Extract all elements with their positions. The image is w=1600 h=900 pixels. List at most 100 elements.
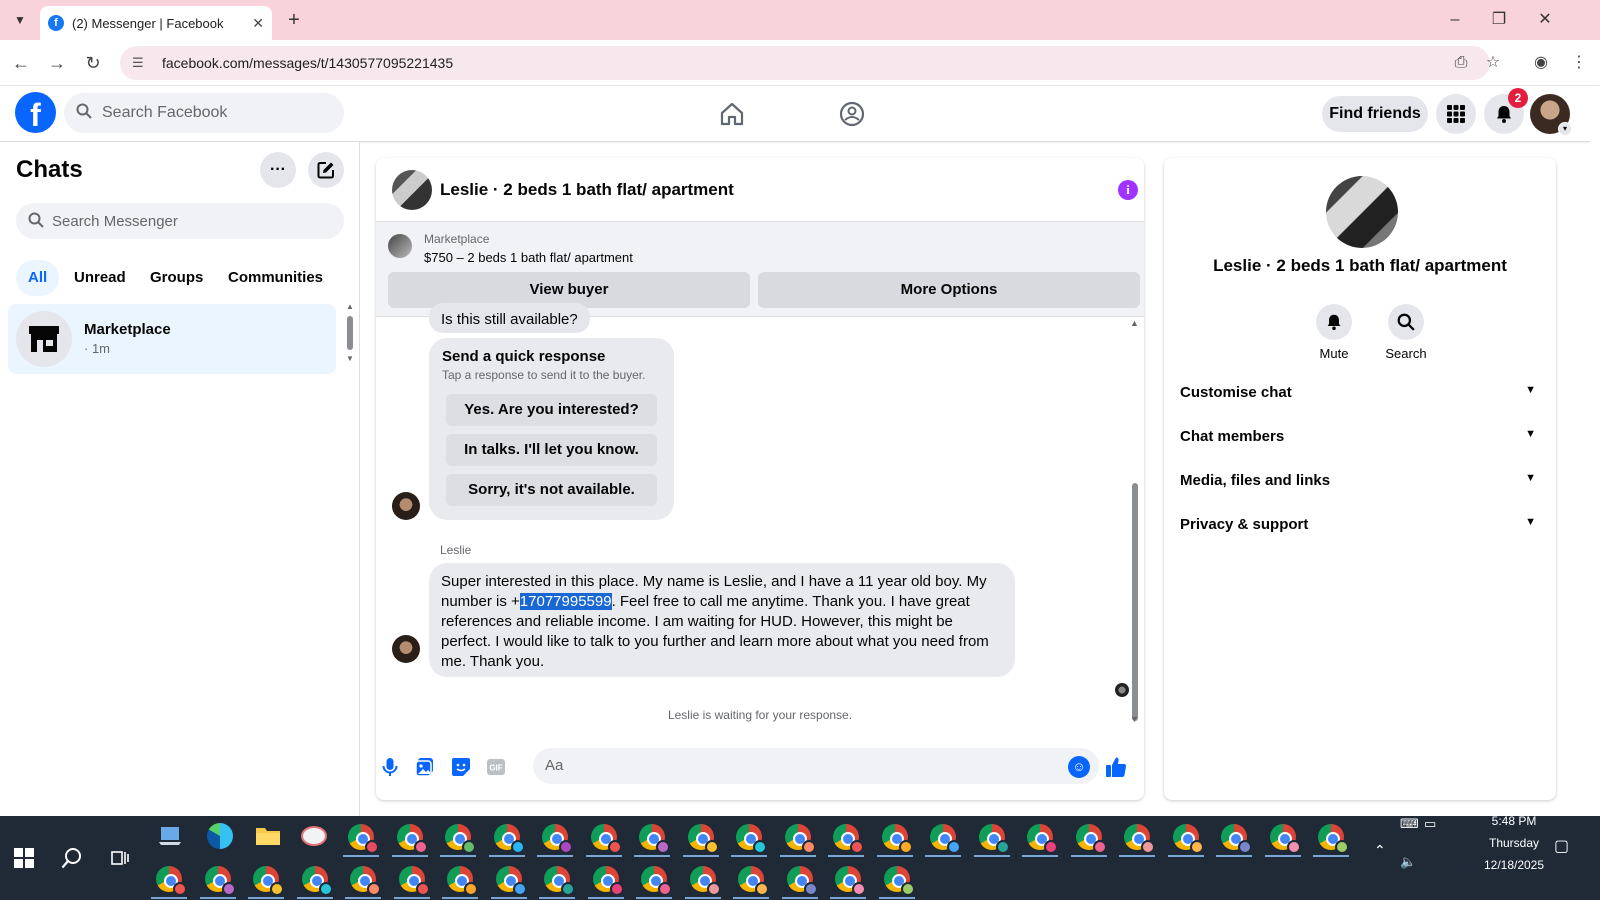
chrome-profile-icon[interactable]	[350, 866, 381, 896]
clock-time[interactable]: 5:48 PM	[1464, 814, 1564, 828]
tab-search-chevron-icon[interactable]: ▼	[8, 8, 32, 32]
find-friends-button[interactable]: Find friends	[1322, 96, 1428, 132]
tray-overflow-chevron-icon[interactable]: ⌃	[1374, 842, 1386, 859]
windows-start-icon[interactable]	[8, 842, 40, 874]
home-icon[interactable]	[712, 94, 752, 134]
browser-menu-icon[interactable]: ⋮	[1568, 52, 1590, 74]
chrome-profile-icon[interactable]	[687, 824, 719, 854]
photo-attach-icon[interactable]	[412, 754, 438, 780]
filter-all[interactable]: All	[16, 260, 60, 296]
chrome-profile-icon[interactable]	[784, 824, 816, 854]
chrome-profile-icon[interactable]	[592, 866, 624, 896]
chrome-profile-icon[interactable]	[1124, 824, 1155, 854]
tray-network-icon[interactable]: ▭	[1424, 816, 1436, 832]
filter-communities[interactable]: Communities	[216, 260, 335, 296]
menu-grid-icon[interactable]	[1436, 94, 1476, 134]
reload-icon[interactable]: ↻	[80, 50, 106, 76]
page-scrollbar[interactable]	[1590, 86, 1600, 816]
chrome-profile-icon[interactable]	[930, 824, 961, 854]
customise-chat-section[interactable]: Customise chat ▼	[1180, 384, 1540, 408]
chrome-profile-icon[interactable]	[544, 866, 575, 896]
chrome-profile-icon[interactable]	[883, 866, 915, 896]
chrome-profile-icon[interactable]	[253, 866, 284, 896]
mute-bell-icon[interactable]	[1316, 304, 1352, 340]
chrome-profile-icon[interactable]	[881, 824, 913, 854]
chrome-profile-icon[interactable]	[786, 866, 818, 896]
facebook-logo-icon[interactable]: f	[15, 92, 56, 133]
messenger-search-input[interactable]: Search Messenger	[16, 203, 344, 239]
scroll-thumb[interactable]	[1132, 483, 1138, 721]
message-input[interactable]: Aa	[533, 748, 1099, 784]
chrome-profile-icon[interactable]	[348, 824, 379, 854]
scroll-down-arrow-icon[interactable]: ▼	[1130, 714, 1139, 724]
chrome-profile-icon[interactable]	[978, 824, 1010, 854]
chrome-profile-icon[interactable]	[445, 824, 476, 854]
chrome-profile-icon[interactable]	[398, 866, 430, 896]
edge-browser-icon[interactable]	[204, 820, 236, 852]
more-options-icon[interactable]: ···	[260, 152, 296, 188]
chrome-profile-icon[interactable]	[639, 824, 670, 854]
quick-reply-in-talks[interactable]: In talks. I'll let you know.	[446, 434, 657, 466]
scroll-up-arrow-icon[interactable]: ▲	[1130, 318, 1139, 328]
emoji-icon[interactable]: ☺	[1068, 756, 1090, 778]
sticker-icon[interactable]	[448, 754, 474, 780]
chrome-profile-icon[interactable]	[301, 866, 333, 896]
taskbar-search-icon[interactable]	[56, 842, 88, 874]
chrome-profile-icon[interactable]	[833, 824, 864, 854]
chat-members-section[interactable]: Chat members ▼	[1180, 428, 1540, 452]
quick-reply-yes[interactable]: Yes. Are you interested?	[446, 394, 657, 426]
browser-tab[interactable]: f (2) Messenger | Facebook ✕	[40, 6, 272, 40]
task-view-icon[interactable]	[104, 842, 136, 874]
chrome-profile-icon[interactable]	[396, 824, 428, 854]
filter-groups[interactable]: Groups	[138, 260, 215, 296]
chrome-profile-icon[interactable]	[1027, 824, 1058, 854]
search-in-chat-icon[interactable]	[1388, 304, 1424, 340]
chrome-profile-icon[interactable]	[447, 866, 478, 896]
url-omnibox[interactable]: ☰ facebook.com/messages/t/14305770952214…	[120, 46, 1490, 80]
chrome-profile-icon[interactable]	[689, 866, 721, 896]
install-app-icon[interactable]: ⎙	[1450, 52, 1472, 74]
scroll-thumb[interactable]	[347, 316, 353, 350]
chrome-profile-icon[interactable]	[156, 866, 187, 896]
account-avatar[interactable]: ▾	[1530, 94, 1572, 136]
quick-reply-not-available[interactable]: Sorry, it's not available.	[446, 474, 657, 506]
chrome-profile-icon[interactable]	[1172, 824, 1204, 854]
sender-avatar[interactable]	[392, 492, 420, 520]
chrome-profile-icon[interactable]	[738, 866, 769, 896]
chrome-profile-icon[interactable]	[1318, 824, 1349, 854]
restore-icon[interactable]: ❐	[1484, 8, 1514, 32]
media-files-links-section[interactable]: Media, files and links ▼	[1180, 472, 1540, 496]
file-explorer-icon[interactable]	[252, 820, 284, 852]
chrome-profile-icon[interactable]	[495, 866, 527, 896]
groups-icon[interactable]	[832, 94, 872, 134]
chrome-profile-icon[interactable]	[542, 824, 573, 854]
site-info-icon[interactable]: ☰	[132, 55, 148, 71]
microphone-icon[interactable]	[377, 754, 403, 780]
minimize-icon[interactable]: –	[1440, 8, 1470, 32]
new-tab-button[interactable]: +	[282, 8, 306, 32]
scroll-down-arrow-icon[interactable]: ▼	[346, 354, 354, 363]
clock-date[interactable]: 12/18/2025	[1464, 858, 1564, 872]
info-icon[interactable]: i	[1118, 180, 1138, 200]
back-arrow-icon[interactable]: ←	[8, 50, 34, 76]
pinned-app-icon[interactable]	[154, 820, 186, 852]
forward-arrow-icon[interactable]: →	[44, 50, 70, 76]
chrome-profile-icon[interactable]	[204, 866, 236, 896]
privacy-support-section[interactable]: Privacy & support ▼	[1180, 516, 1540, 540]
chrome-profile-icon[interactable]	[835, 866, 866, 896]
sender-avatar[interactable]	[392, 635, 420, 663]
filter-unread[interactable]: Unread	[62, 260, 138, 296]
window-close-icon[interactable]: ✕	[1530, 8, 1560, 32]
phone-number-highlight[interactable]: 17077995599	[519, 593, 612, 610]
more-options-button[interactable]: More Options	[758, 272, 1140, 308]
conversation-scrollbar[interactable]: ▲ ▼	[1128, 318, 1142, 728]
bookmark-star-icon[interactable]: ☆	[1482, 52, 1504, 74]
gif-icon[interactable]: GIF	[483, 754, 509, 780]
conversation-avatar[interactable]	[392, 170, 432, 210]
new-message-icon[interactable]	[308, 152, 344, 188]
facebook-search-input[interactable]: Search Facebook	[64, 93, 344, 133]
clock-day[interactable]: Thursday	[1464, 836, 1564, 850]
tab-close-icon[interactable]: ✕	[252, 15, 264, 32]
chrome-profile-icon[interactable]	[1269, 824, 1301, 854]
conversation-title[interactable]: Leslie · 2 beds 1 bath flat/ apartment	[440, 180, 734, 200]
